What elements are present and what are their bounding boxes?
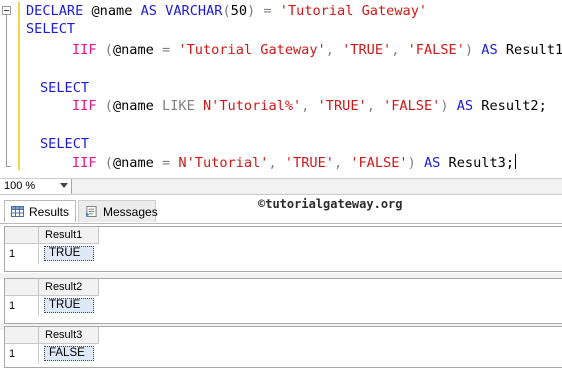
- paren-open: (: [96, 155, 113, 171]
- comma: ,: [366, 98, 384, 114]
- result-cell[interactable]: FALSE: [44, 346, 94, 361]
- keyword-as: AS: [448, 98, 482, 114]
- query-editor[interactable]: DECLARE @name AS VARCHAR(50) = 'Tutorial…: [0, 0, 562, 178]
- equals-operator: =: [153, 42, 179, 58]
- equals-operator: =: [255, 3, 280, 19]
- text-cursor: [515, 154, 517, 169]
- code-line-7[interactable]: IIF (@name = N'Tutorial', 'TRUE', 'FALSE…: [72, 154, 517, 172]
- paren-close: ): [440, 98, 449, 114]
- row-number[interactable]: 1: [5, 244, 39, 264]
- keyword-select: SELECT: [40, 136, 90, 152]
- comma: ,: [301, 98, 318, 114]
- function-iif: IIF: [72, 42, 97, 58]
- string-literal: 'FALSE': [383, 98, 441, 114]
- horizontal-scrollbar[interactable]: [72, 180, 562, 193]
- column-alias: Result3;: [448, 155, 515, 171]
- keyword-as: AS: [415, 155, 449, 171]
- paren-open: (: [96, 98, 113, 114]
- paren-close: ): [247, 3, 256, 19]
- code-line-4[interactable]: SELECT: [40, 79, 89, 97]
- paren-close: ): [464, 42, 474, 58]
- function-iif: IIF: [72, 98, 97, 114]
- grid-corner[interactable]: [5, 327, 39, 344]
- outline-fold-line: [6, 15, 7, 167]
- comma: ,: [325, 42, 343, 58]
- column-alias: Result1;: [505, 42, 562, 58]
- tab-messages[interactable]: Messages: [78, 200, 158, 222]
- keyword-as: AS: [140, 3, 157, 19]
- change-tracking-bar: [18, 2, 20, 170]
- number-literal: 50: [230, 3, 248, 19]
- code-line-1[interactable]: DECLARE @name AS VARCHAR(50) = 'Tutorial…: [26, 2, 427, 20]
- result-grid-2[interactable]: Result2 1 TRUE: [4, 278, 562, 324]
- grid-icon: [11, 206, 24, 217]
- variable-name: @name: [112, 98, 163, 114]
- equals-operator: =: [153, 155, 179, 171]
- keyword-as: AS: [473, 42, 506, 58]
- string-literal: 'FALSE': [350, 155, 408, 171]
- zoom-dropdown[interactable]: 100 %: [0, 179, 72, 194]
- string-literal: N'Tutorial': [178, 155, 269, 171]
- result-grid-1[interactable]: Result1 1 TRUE: [4, 226, 562, 272]
- variable-name: @name: [112, 42, 154, 58]
- string-literal: 'Tutorial Gateway': [279, 3, 428, 19]
- paren-open: (: [222, 3, 231, 19]
- code-line-2[interactable]: SELECT: [26, 20, 75, 38]
- string-literal: N'Tutorial%': [202, 98, 302, 114]
- string-literal: 'FALSE': [407, 42, 465, 58]
- keyword-select: SELECT: [40, 80, 90, 96]
- row-number[interactable]: 1: [5, 344, 39, 364]
- comma: ,: [391, 42, 408, 58]
- code-line-3[interactable]: IIF (@name = 'Tutorial Gateway', 'TRUE',…: [72, 41, 562, 59]
- result-cell[interactable]: TRUE: [44, 246, 94, 261]
- variable-name: @name: [112, 155, 154, 171]
- tab-results[interactable]: Results: [4, 200, 76, 222]
- keyword-declare: DECLARE: [26, 3, 84, 19]
- keyword-select: SELECT: [26, 21, 76, 37]
- grid-corner[interactable]: [5, 279, 39, 296]
- editor-status-bar: 100 %: [0, 178, 562, 195]
- code-line-5[interactable]: IIF (@name LIKE N'Tutorial%', 'TRUE', 'F…: [72, 97, 547, 115]
- zoom-value: 100 %: [4, 180, 36, 192]
- paren-open: (: [96, 42, 113, 58]
- result-cell[interactable]: TRUE: [44, 298, 94, 313]
- keyword-varchar: VARCHAR: [165, 3, 223, 19]
- row-number[interactable]: 1: [5, 296, 39, 316]
- tab-results-label: Results: [29, 205, 70, 219]
- tab-messages-label: Messages: [103, 205, 158, 219]
- string-literal: 'TRUE': [284, 155, 334, 171]
- paren-close: ): [407, 155, 416, 171]
- result-grid-3[interactable]: Result3 1 FALSE: [4, 326, 562, 368]
- collapse-toggle-icon[interactable]: [2, 6, 11, 15]
- column-header[interactable]: Result2: [39, 279, 99, 296]
- column-header[interactable]: Result1: [39, 227, 99, 244]
- column-header[interactable]: Result3: [39, 327, 99, 344]
- watermark-text: ©tutorialgateway.org: [258, 197, 403, 211]
- string-literal: 'TRUE': [342, 42, 392, 58]
- variable-name: @name: [83, 3, 141, 19]
- function-iif: IIF: [72, 155, 97, 171]
- like-operator: LIKE: [162, 98, 195, 114]
- string-literal: 'Tutorial Gateway': [178, 42, 326, 58]
- outline-fold-end: [6, 166, 11, 167]
- code-line-6[interactable]: SELECT: [40, 135, 89, 153]
- grid-corner[interactable]: [5, 227, 39, 244]
- string-literal: 'TRUE': [317, 98, 367, 114]
- comma: ,: [333, 155, 351, 171]
- comma: ,: [268, 155, 285, 171]
- column-alias: Result2;: [481, 98, 547, 114]
- results-pane: Result1 1 TRUE Result2 1 TRUE Result3 1 …: [0, 223, 562, 368]
- messages-icon: [86, 206, 97, 217]
- chevron-down-icon[interactable]: [60, 183, 68, 188]
